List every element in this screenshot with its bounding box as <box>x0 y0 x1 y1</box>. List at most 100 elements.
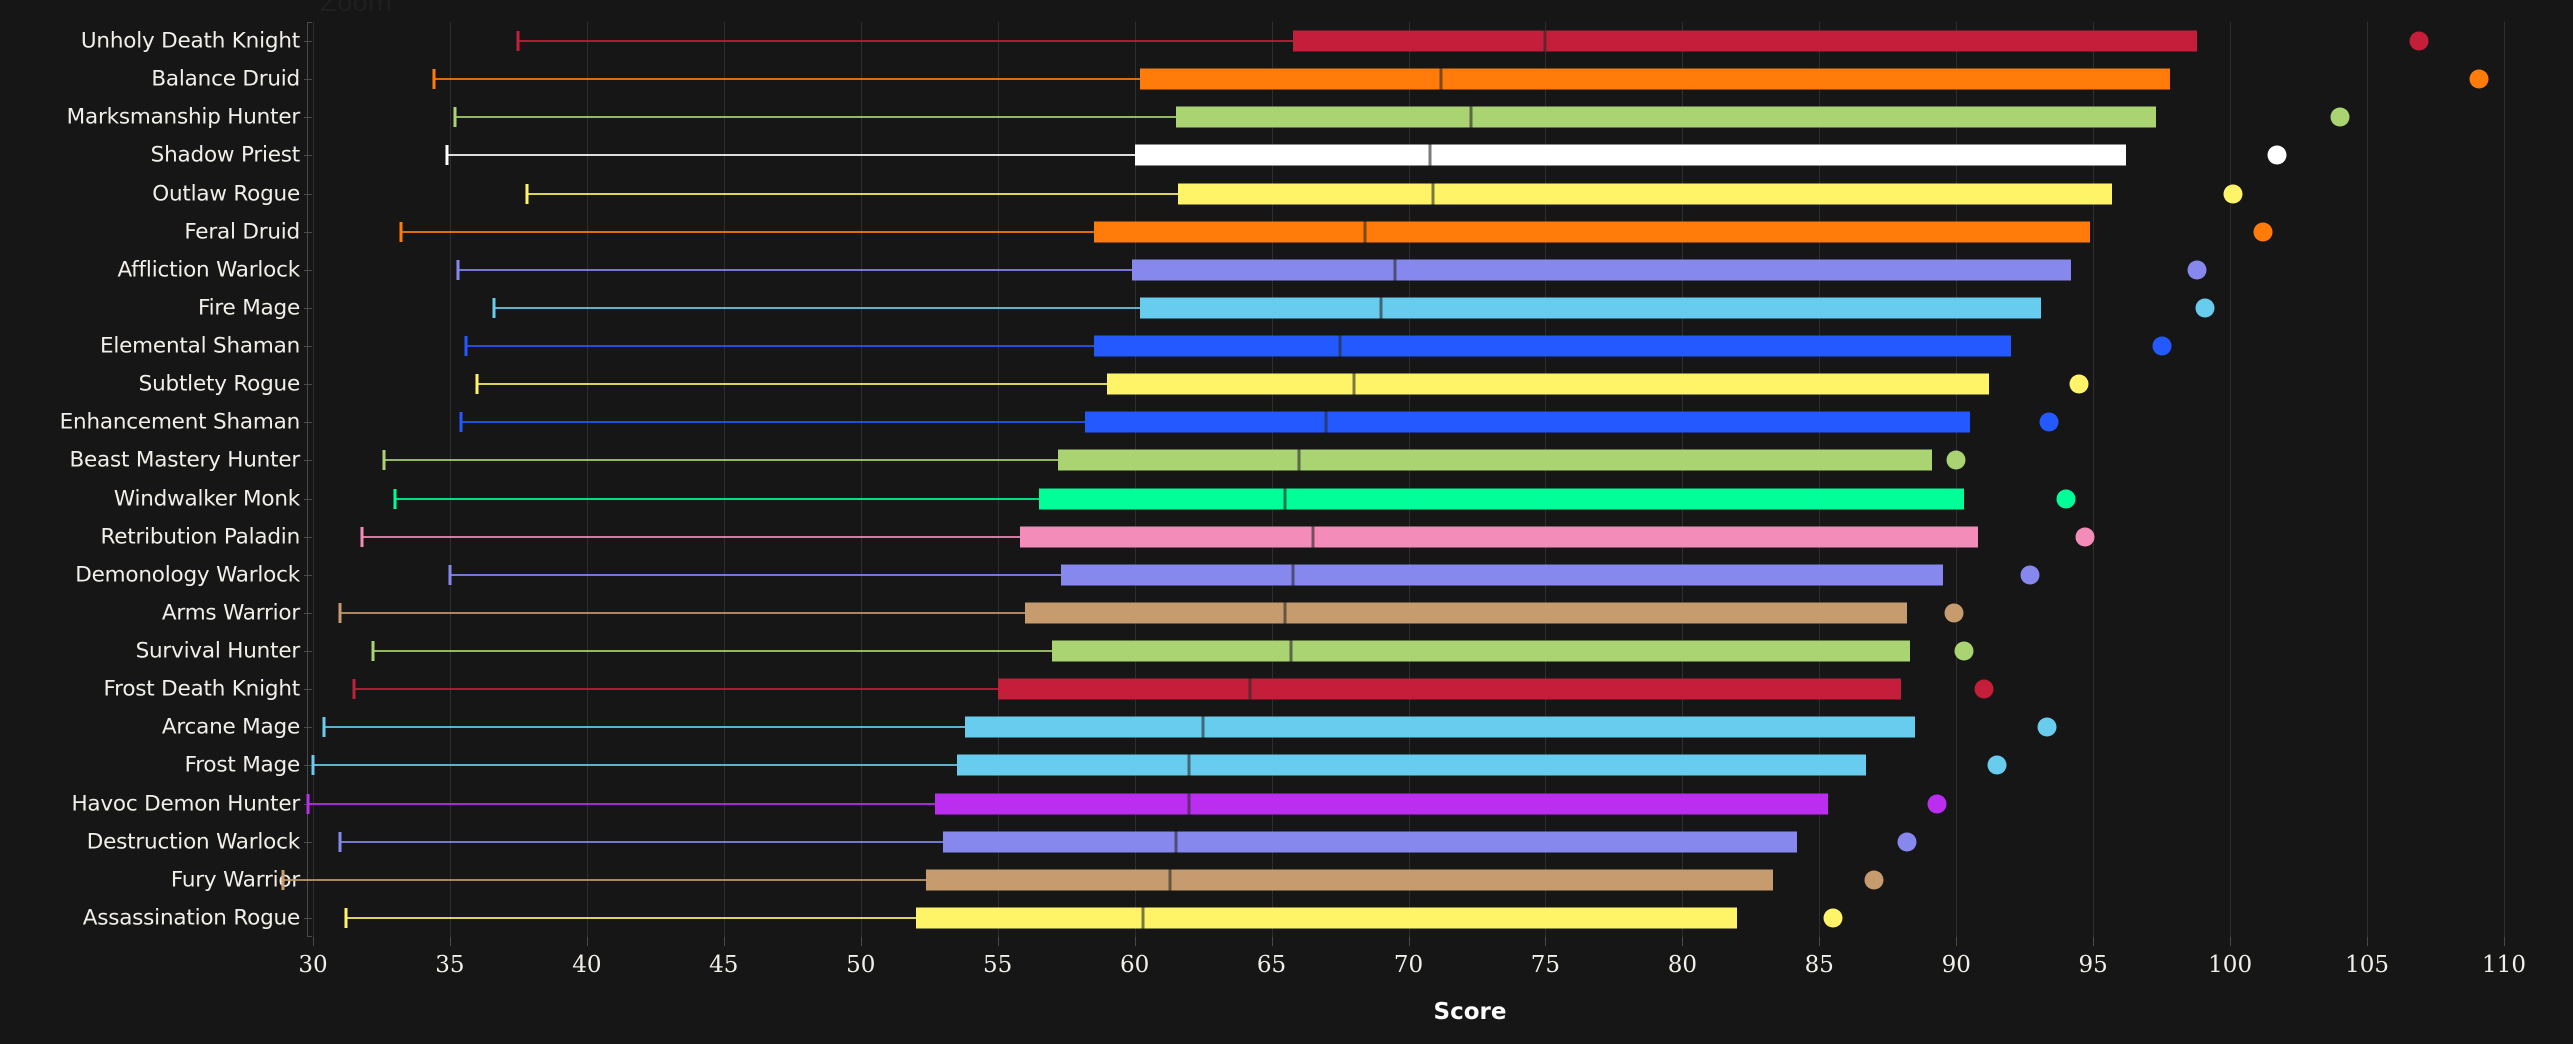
box-iqr[interactable] <box>1131 259 2072 281</box>
outlier-point[interactable] <box>1823 908 1843 928</box>
score-axis-tick-label: 95 <box>2078 952 2108 978</box>
box-iqr[interactable] <box>964 716 1916 738</box>
outlier-point[interactable] <box>2469 69 2489 89</box>
category-axis-tick <box>304 79 312 81</box>
whisker-left <box>518 40 1294 43</box>
outlier-point[interactable] <box>2020 565 2040 585</box>
score-axis-tick <box>1545 937 1547 946</box>
outlier-point[interactable] <box>1954 641 1974 661</box>
outlier-point[interactable] <box>2039 412 2059 432</box>
category-axis-tick <box>304 384 312 386</box>
box-iqr[interactable] <box>1025 602 1907 624</box>
category-label: Destruction Warlock <box>86 829 300 855</box>
category-axis-tick <box>304 269 312 271</box>
box-iqr[interactable] <box>1085 411 1970 433</box>
box-iqr[interactable] <box>956 754 1866 776</box>
box-iqr[interactable] <box>1093 335 2011 357</box>
box-iqr[interactable] <box>1293 30 2198 52</box>
outlier-point[interactable] <box>2223 184 2243 204</box>
category-label: Havoc Demon Hunter <box>71 791 300 817</box>
box-iqr[interactable] <box>997 678 1902 700</box>
outlier-point[interactable] <box>2056 489 2076 509</box>
box-iqr[interactable] <box>1019 526 1979 548</box>
whisker-cap-low <box>322 717 326 738</box>
gridline <box>2504 22 2505 937</box>
whisker-left <box>340 840 943 843</box>
box-iqr[interactable] <box>1052 640 1910 662</box>
whisker-cap-low <box>456 259 460 280</box>
median-line <box>1283 602 1287 624</box>
box-iqr[interactable] <box>1134 144 2127 166</box>
score-axis-tick-label: 80 <box>1667 952 1698 978</box>
box-iqr[interactable] <box>1178 183 2113 205</box>
whisker-cap-low <box>492 297 496 318</box>
category-axis-tick <box>304 422 312 424</box>
category-label: Frost Death Knight <box>103 676 301 702</box>
outlier-point[interactable] <box>1927 794 1947 814</box>
outlier-point[interactable] <box>2075 527 2095 547</box>
whisker-cap-low <box>360 526 364 547</box>
score-axis-tick-label: 90 <box>1941 952 1971 978</box>
median-line <box>1352 373 1356 395</box>
box-iqr[interactable] <box>1140 297 2042 319</box>
category-axis-tick <box>304 574 312 576</box>
gridline <box>313 22 314 937</box>
box-iqr[interactable] <box>1093 221 2091 243</box>
outlier-point[interactable] <box>2253 222 2273 242</box>
box-iqr[interactable] <box>1038 488 1965 510</box>
box-iqr[interactable] <box>1060 564 1943 586</box>
box-iqr[interactable] <box>926 869 1773 891</box>
box-iqr[interactable] <box>1140 68 2170 90</box>
score-axis-tick-label: 30 <box>298 952 328 978</box>
category-label: Demonology Warlock <box>75 562 300 588</box>
category-label: Arcane Mage <box>161 714 300 740</box>
box-iqr[interactable] <box>942 831 1798 853</box>
outlier-point[interactable] <box>2330 107 2350 127</box>
outlier-point[interactable] <box>1946 450 1966 470</box>
score-axis-tick-label: 70 <box>1393 952 1424 978</box>
box-iqr[interactable] <box>915 907 1738 929</box>
score-axis-tick <box>1408 937 1410 946</box>
category-axis-tick <box>304 307 312 309</box>
median-line <box>1297 449 1301 471</box>
box-iqr[interactable] <box>1057 449 1932 471</box>
outlier-point[interactable] <box>2187 260 2207 280</box>
category-label: Fire Mage <box>197 295 300 321</box>
outlier-point[interactable] <box>1944 603 1963 623</box>
outlier-point[interactable] <box>2409 31 2429 51</box>
box-iqr[interactable] <box>1107 373 1990 395</box>
outlier-point[interactable] <box>1974 679 1994 699</box>
score-axis-tick-label: 35 <box>435 952 465 978</box>
category-axis-tick <box>304 117 312 119</box>
whisker-cap-low <box>445 145 449 166</box>
box-iqr[interactable] <box>934 793 1828 815</box>
outlier-point[interactable] <box>1864 870 1884 890</box>
whisker-left <box>455 116 1176 119</box>
outlier-point[interactable] <box>1897 832 1917 852</box>
category-axis-tick <box>304 498 312 500</box>
outlier-point[interactable] <box>2195 298 2215 318</box>
score-axis-tick-label: 50 <box>846 952 876 978</box>
median-line <box>1248 678 1252 700</box>
outlier-point[interactable] <box>2267 145 2287 165</box>
median-line <box>1379 297 1383 319</box>
outlier-point[interactable] <box>2037 717 2057 737</box>
gridline <box>449 22 451 937</box>
box-iqr[interactable] <box>1175 106 2157 128</box>
whisker-cap-low <box>448 564 452 585</box>
category-label: Beast Mastery Hunter <box>69 447 300 473</box>
category-label: Windwalker Monk <box>113 486 300 512</box>
score-axis-tick <box>860 937 862 946</box>
category-axis-tick <box>304 651 312 653</box>
outlier-point[interactable] <box>2069 374 2089 394</box>
median-line <box>1543 30 1547 52</box>
whisker-left <box>345 916 916 919</box>
category-axis-tick <box>304 460 312 462</box>
category-label: Survival Hunter <box>135 638 301 664</box>
outlier-point[interactable] <box>1987 755 2007 775</box>
gridline <box>723 22 725 937</box>
median-line <box>1431 183 1435 205</box>
score-axis-tick <box>997 937 999 946</box>
outlier-point[interactable] <box>2152 336 2172 356</box>
whisker-cap-low <box>338 602 342 623</box>
